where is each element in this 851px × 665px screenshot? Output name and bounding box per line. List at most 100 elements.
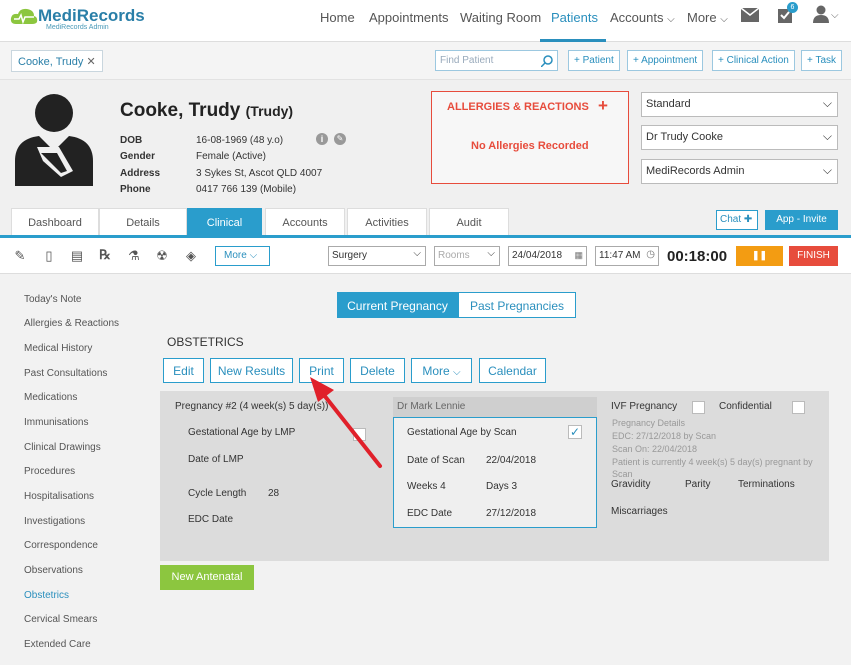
ga-scan-checkbox[interactable]: ✓ <box>568 425 582 439</box>
add-allergy-button[interactable]: + <box>598 96 608 116</box>
clock-icon[interactable]: ◷ <box>646 249 655 260</box>
location-select[interactable]: Surgery ⌵ <box>328 246 426 266</box>
template-select[interactable]: Standard ⌵ <box>641 92 838 117</box>
sidebar-item-extended-care[interactable]: Extended Care <box>24 639 91 650</box>
document-icon[interactable]: ▯ <box>42 248 56 264</box>
add-appointment-button[interactable]: + Appointment <box>627 50 704 71</box>
sidebar-item-procedures[interactable]: Procedures <box>24 466 75 477</box>
find-patient-placeholder: Find Patient <box>440 55 494 66</box>
sidebar-item-immunisations[interactable]: Immunisations <box>24 417 88 428</box>
tab-activities[interactable]: Activities <box>347 208 427 235</box>
nav-more[interactable]: More ⌵ <box>687 10 728 25</box>
pregnancy-details-line: Scan On: 22/04/2018 <box>612 444 698 454</box>
nav-more-label: More <box>687 10 717 25</box>
practitioner-select[interactable]: Dr Trudy Cooke ⌵ <box>641 125 838 150</box>
toolbar-more-button[interactable]: More ⌵ <box>215 246 270 266</box>
chevron-down-icon: ⌵ <box>667 14 675 25</box>
toolbar-more-label: More <box>224 250 247 261</box>
tab-dashboard[interactable]: Dashboard <box>11 208 99 235</box>
add-clinical-action-button[interactable]: + Clinical Action <box>712 50 795 71</box>
plus-icon: ✚ <box>743 214 753 225</box>
app-logo[interactable]: MediRecords <box>38 6 145 26</box>
mail-icon[interactable] <box>741 8 759 22</box>
info-icon[interactable]: i <box>316 133 328 145</box>
sidebar-item-medical-history[interactable]: Medical History <box>24 343 92 354</box>
search-icon[interactable] <box>541 55 553 67</box>
tab-accounts[interactable]: Accounts <box>265 208 345 235</box>
nav-waiting-room[interactable]: Waiting Room <box>460 10 541 25</box>
date-scan-value: 22/04/2018 <box>486 455 537 466</box>
edit-contact-icon[interactable]: ✎ <box>334 133 346 145</box>
confidential-checkbox[interactable] <box>792 401 805 414</box>
edit-button[interactable]: Edit <box>163 358 204 383</box>
add-task-button[interactable]: + Task <box>801 50 842 71</box>
open-patient-tab[interactable]: Cooke, Trudy ✕ <box>11 50 103 72</box>
finish-button[interactable]: FINISH <box>789 246 838 266</box>
pregnancy-details-line: EDC: 27/12/2018 by Scan <box>612 431 717 441</box>
radiology-icon[interactable]: ☢ <box>155 248 169 264</box>
chevron-down-icon: ⌵ <box>720 14 728 25</box>
lmp-edc-date-label: EDC Date <box>188 514 234 525</box>
sidebar-item-clinical-drawings[interactable]: Clinical Drawings <box>24 442 101 453</box>
practitioner-select-value: Dr Trudy Cooke <box>646 131 724 143</box>
sidebar-item-past-consultations[interactable]: Past Consultations <box>24 368 107 379</box>
dob-value: 16-08-1969 (48 y.o) <box>196 135 284 146</box>
date-input[interactable]: 24/04/2018 ▦ <box>508 246 587 266</box>
chevron-down-icon: ⌵ <box>249 250 258 261</box>
time-input[interactable]: 11:47 AM ◷ <box>595 246 659 266</box>
tab-details[interactable]: Details <box>99 208 187 235</box>
practice-select[interactable]: MediRecords Admin ⌵ <box>641 159 838 184</box>
current-pregnancy-button[interactable]: Current Pregnancy <box>337 292 458 318</box>
sidebar-item-hospitalisations[interactable]: Hospitalisations <box>24 491 94 502</box>
patient-avatar-icon <box>15 94 93 186</box>
sidebar-item-allergies[interactable]: Allergies & Reactions <box>24 318 119 329</box>
close-icon[interactable]: ✕ <box>86 56 95 68</box>
sidebar-item-investigations[interactable]: Investigations <box>24 516 85 527</box>
top-navbar: MediRecords MediRecords Admin Home Appoi… <box>0 0 851 42</box>
pause-button[interactable]: ❚❚ <box>736 246 783 266</box>
rooms-select[interactable]: Rooms ⌵ <box>434 246 500 266</box>
new-results-button[interactable]: New Results <box>210 358 293 383</box>
sidebar-item-observations[interactable]: Observations <box>24 565 83 576</box>
nav-patients[interactable]: Patients <box>551 10 598 25</box>
sidebar-item-correspondence[interactable]: Correspondence <box>24 540 98 551</box>
past-pregnancies-button[interactable]: Past Pregnancies <box>458 292 576 318</box>
form-icon[interactable]: ▤ <box>70 248 84 264</box>
chevron-down-icon[interactable]: ⌵ <box>831 10 839 21</box>
add-patient-button[interactable]: + Patient <box>568 50 620 71</box>
patient-toolbar: Cooke, Trudy ✕ Find Patient + Patient + … <box>0 42 851 80</box>
nav-home[interactable]: Home <box>320 10 355 25</box>
nav-accounts[interactable]: Accounts ⌵ <box>610 10 675 25</box>
sidebar-item-todays-note[interactable]: Today's Note <box>24 294 82 305</box>
new-antenatal-button[interactable]: New Antenatal <box>160 565 254 590</box>
calendar-icon[interactable]: ▦ <box>574 250 583 261</box>
consult-timer: 00:18:00 <box>667 248 728 265</box>
patient-nickname: (Trudy) <box>245 103 294 119</box>
find-patient-input[interactable]: Find Patient <box>435 50 558 71</box>
referral-icon[interactable]: ◈ <box>184 248 198 264</box>
pathology-icon[interactable]: ⚗ <box>127 248 141 264</box>
date-input-value: 24/04/2018 <box>512 250 563 261</box>
nav-appointments[interactable]: Appointments <box>369 10 449 25</box>
tab-audit[interactable]: Audit <box>429 208 509 235</box>
more-actions-label: More <box>422 364 450 378</box>
gender-label: Gender <box>120 151 156 162</box>
sidebar-item-obstetrics[interactable]: Obstetrics <box>24 590 69 601</box>
template-select-value: Standard <box>646 98 691 110</box>
ivf-checkbox[interactable] <box>692 401 705 414</box>
app-invite-button[interactable]: App - Invite <box>765 210 838 230</box>
more-actions-button[interactable]: More ⌵ <box>411 358 472 383</box>
obstetrics-heading: OBSTETRICS <box>167 335 244 349</box>
calendar-button[interactable]: Calendar <box>479 358 546 383</box>
sidebar-item-cervical-smears[interactable]: Cervical Smears <box>24 614 97 625</box>
rooms-select-value: Rooms <box>438 250 470 261</box>
chevron-down-icon: ⌵ <box>822 96 832 110</box>
notes-icon[interactable]: ✎ <box>13 248 27 264</box>
tab-clinical[interactable]: Clinical <box>187 208 262 235</box>
scan-edc-label: EDC Date <box>407 508 453 519</box>
user-avatar-icon[interactable] <box>813 5 829 23</box>
sidebar-item-medications[interactable]: Medications <box>24 392 77 403</box>
prescription-icon[interactable]: ℞ <box>98 247 112 263</box>
chat-button[interactable]: Chat ✚ <box>716 210 758 230</box>
chevron-down-icon: ⌵ <box>822 163 832 177</box>
